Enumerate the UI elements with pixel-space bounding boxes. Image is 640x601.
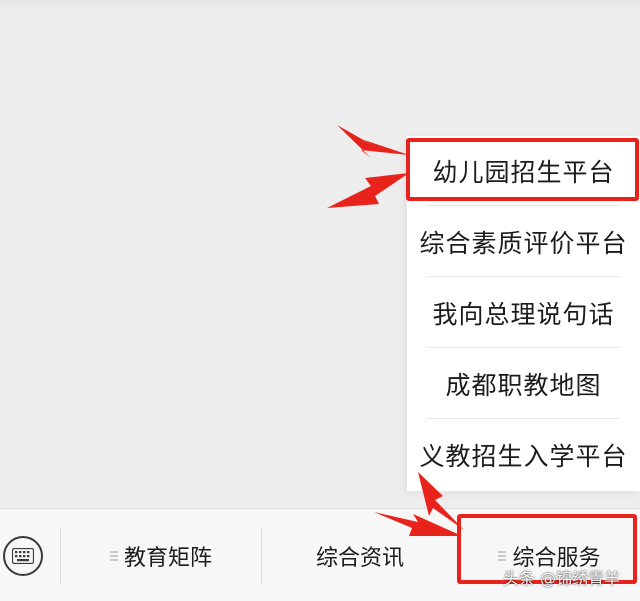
menu-item-news[interactable]: 综合资讯 (262, 509, 458, 601)
submenu-item-label: 综合素质评价平台 (419, 229, 628, 258)
menu-marker-icon (498, 551, 507, 560)
submenu-item-message-premier[interactable]: 我向总理说句话 (407, 278, 640, 348)
submenu-item-comprehensive-evaluation[interactable]: 综合素质评价平台 (407, 207, 640, 277)
submenu-popup: 幼儿园招生平台 综合素质评价平台 我向总理说句话 成都职教地图 义教招生入学平台 (407, 136, 640, 491)
divider (427, 276, 620, 277)
menu-item-services[interactable]: 综合服务 (459, 509, 640, 601)
menu-item-label: 综合服务 (512, 545, 601, 571)
menu-item-label: 教育矩阵 (123, 545, 212, 571)
divider (427, 418, 620, 419)
top-edge (0, 0, 640, 12)
menu-item-education-matrix[interactable]: 教育矩阵 (61, 509, 261, 601)
submenu-item-label: 义教招生入学平台 (419, 442, 628, 471)
menu-bar: 教育矩阵 综合资讯 综合服务 (0, 508, 640, 601)
keyboard-toggle-button[interactable] (3, 536, 43, 576)
keyboard-icon (12, 548, 34, 564)
submenu-item-compulsory-enrollment[interactable]: 义教招生入学平台 (407, 420, 640, 490)
divider (427, 347, 620, 348)
divider (427, 205, 620, 206)
submenu-item-kindergarten-enrollment[interactable]: 幼儿园招生平台 (407, 136, 640, 206)
menu-item-label: 综合资讯 (315, 545, 404, 571)
submenu-item-vocational-map[interactable]: 成都职教地图 (407, 349, 640, 419)
submenu-item-label: 幼儿园招生平台 (432, 158, 615, 187)
submenu-item-label: 我向总理说句话 (432, 300, 615, 329)
menu-marker-icon (109, 551, 118, 560)
submenu-item-label: 成都职教地图 (445, 371, 602, 400)
